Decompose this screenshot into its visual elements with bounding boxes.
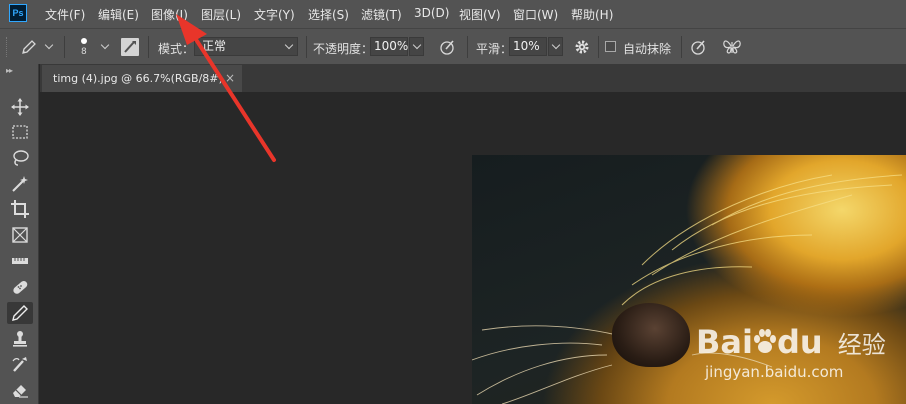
opacity-pressure-toggle[interactable] <box>438 37 458 57</box>
separator <box>598 36 599 58</box>
smoothing-label: 平滑： <box>476 42 513 56</box>
opacity-dropdown[interactable] <box>409 37 424 56</box>
document-tab-title: timg (4).jpg @ 66.7%(RGB/8#) <box>53 72 223 85</box>
magic-wand-tool[interactable] <box>7 173 33 195</box>
separator <box>681 36 682 58</box>
mode-select[interactable]: 正常 <box>194 37 298 56</box>
menu-help[interactable]: 帮助(H) <box>571 6 613 23</box>
crop-tool[interactable] <box>7 198 33 220</box>
menu-layer[interactable]: 图层(L) <box>201 6 241 23</box>
options-bar-grip <box>6 37 9 57</box>
marquee-tool[interactable] <box>7 121 33 143</box>
frame-tool[interactable] <box>7 224 33 246</box>
symmetry-button[interactable] <box>721 37 743 57</box>
mode-label: 模式： <box>158 42 195 56</box>
lasso-icon <box>13 150 29 166</box>
menu-window[interactable]: 窗口(W) <box>513 6 558 23</box>
ruler-icon <box>12 258 28 264</box>
eraser-icon <box>13 385 28 398</box>
rectangle-marquee-icon <box>12 125 28 139</box>
pencil-tool[interactable] <box>7 302 33 324</box>
tools-panel: ▸▸ <box>0 64 39 404</box>
chevron-down-icon <box>44 40 54 50</box>
menu-image[interactable]: 图像(I) <box>151 6 188 23</box>
smoothing-dropdown[interactable] <box>548 37 563 56</box>
tool-preset-picker[interactable] <box>18 36 58 58</box>
menu-file[interactable]: 文件(F) <box>45 6 85 23</box>
smoothing-options-button[interactable] <box>573 38 593 58</box>
brush-dot-icon <box>81 38 87 44</box>
brush-panel-toggle[interactable] <box>121 38 139 56</box>
menu-bar: Ps 文件(F) 编辑(E) 图像(I) 图层(L) 文字(Y) 选择(S) 滤… <box>0 0 906 28</box>
pressure-pen-icon <box>691 40 705 55</box>
auto-erase-checkbox[interactable] <box>605 41 616 52</box>
menu-filter[interactable]: 滤镜(T) <box>361 6 402 23</box>
photoshop-logo[interactable]: Ps <box>9 4 27 22</box>
chevron-down-icon <box>551 40 561 50</box>
auto-erase-label: 自动抹除 <box>623 42 672 56</box>
pencil-icon <box>22 40 36 54</box>
watermark-brand: Bai <box>696 323 753 361</box>
separator <box>467 36 468 58</box>
lion-nose <box>612 303 690 367</box>
magic-wand-icon <box>12 176 28 192</box>
opacity-label: 不透明度： <box>313 42 374 56</box>
brush-settings-icon <box>124 41 136 53</box>
brush-size: 8 <box>81 47 87 57</box>
size-pressure-toggle[interactable] <box>689 37 709 57</box>
document-canvas[interactable]: Bai du 经验 jingyan.baidu.com <box>40 92 906 404</box>
frame-icon <box>12 227 28 243</box>
crop-icon <box>11 200 29 218</box>
pressure-pen-icon <box>440 40 454 55</box>
menu-3d[interactable]: 3D(D) <box>414 6 449 20</box>
separator <box>306 36 307 58</box>
baidu-watermark: Bai du 经验 <box>696 323 886 361</box>
separator <box>148 36 149 58</box>
menu-edit[interactable]: 编辑(E) <box>98 6 139 23</box>
history-brush-icon <box>12 357 27 372</box>
chevron-down-icon <box>284 40 294 50</box>
smoothing-input[interactable]: 10% <box>509 37 547 56</box>
lasso-tool[interactable] <box>7 147 33 169</box>
menu-type[interactable]: 文字(Y) <box>254 6 295 23</box>
watermark-brand-2: du <box>776 323 823 361</box>
paw-icon <box>753 325 777 353</box>
tools-panel-collapse[interactable]: ▸▸ <box>6 66 13 75</box>
ruler-tool[interactable] <box>7 250 33 272</box>
bandage-icon <box>13 280 28 294</box>
menu-view[interactable]: 视图(V) <box>459 6 501 23</box>
lion-photo: Bai du 经验 jingyan.baidu.com <box>472 155 906 404</box>
move-icon <box>11 98 29 116</box>
chevron-down-icon <box>100 40 110 50</box>
healing-brush-tool[interactable] <box>7 276 33 298</box>
clone-stamp-tool[interactable] <box>7 328 33 350</box>
gear-icon <box>575 40 589 54</box>
watermark-suffix: 经验 <box>837 331 886 359</box>
butterfly-icon <box>723 40 741 54</box>
opacity-input[interactable]: 100% <box>370 37 408 56</box>
history-brush-tool[interactable] <box>7 354 33 376</box>
close-icon[interactable]: × <box>225 71 235 85</box>
chevron-down-icon <box>412 40 422 50</box>
brush-preset-picker[interactable]: 8 <box>74 34 114 62</box>
options-bar: 8 模式： 正常 不透明度： 100% 平滑： 10% 自动抹除 <box>0 28 906 64</box>
document-tab-bar: timg (4).jpg @ 66.7%(RGB/8#) × <box>40 64 906 92</box>
menu-select[interactable]: 选择(S) <box>308 6 349 23</box>
pencil-icon <box>12 305 28 321</box>
move-tool[interactable] <box>7 96 33 118</box>
stamp-icon <box>13 331 27 347</box>
document-tab[interactable]: timg (4).jpg @ 66.7%(RGB/8#) × <box>42 65 242 92</box>
eraser-tool[interactable] <box>7 379 33 401</box>
mode-value: 正常 <box>202 39 227 53</box>
separator <box>64 36 65 58</box>
watermark-url: jingyan.baidu.com <box>705 363 844 381</box>
